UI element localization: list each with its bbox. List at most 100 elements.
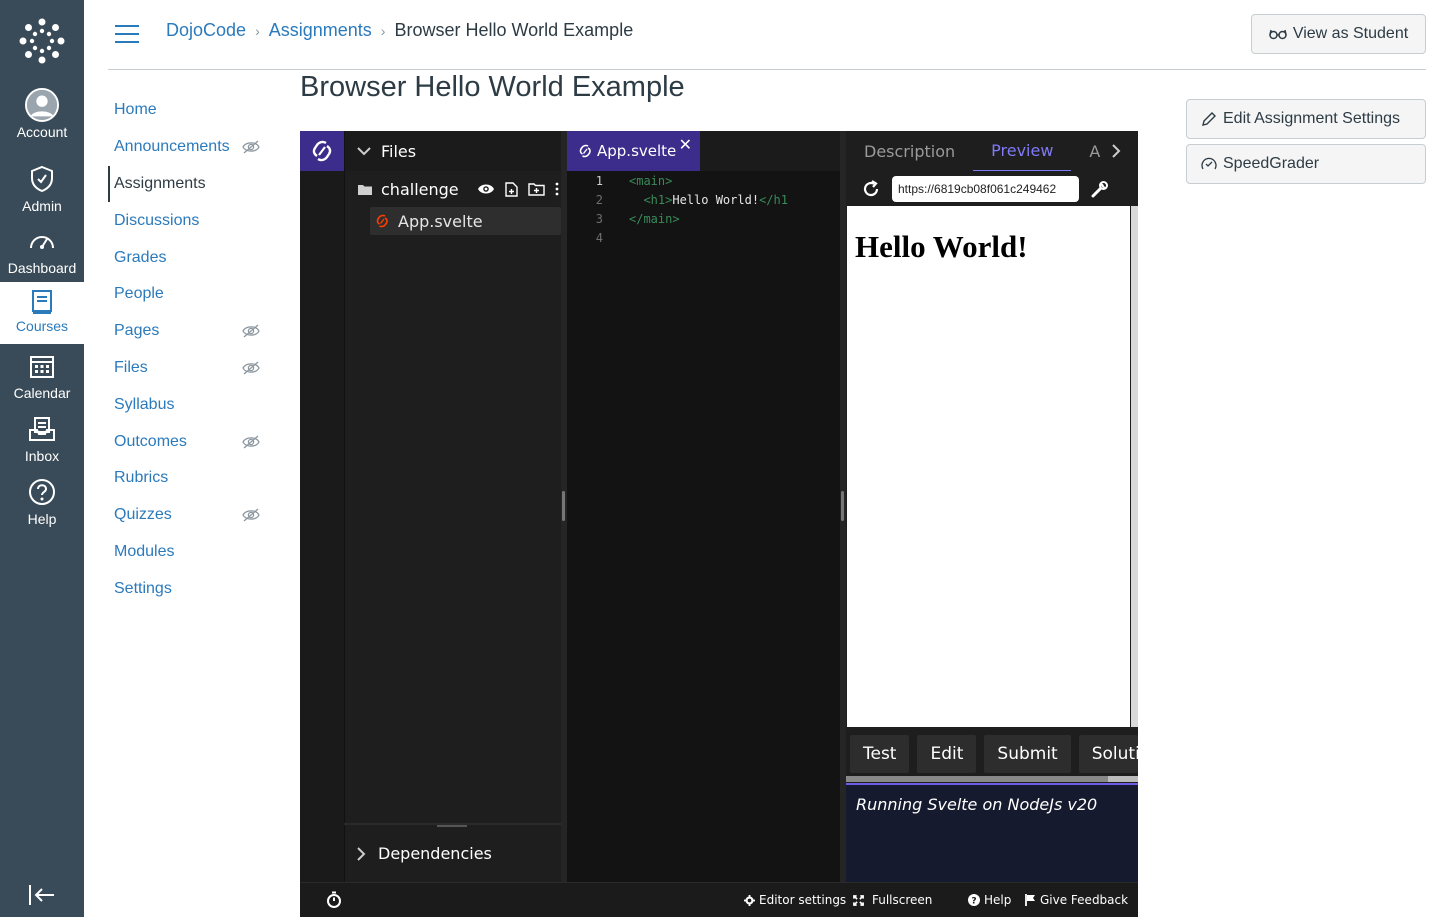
preview-frame[interactable]: Hello World! <box>847 206 1130 727</box>
eye-off-icon <box>242 508 260 522</box>
folder-tools <box>477 181 559 197</box>
code-line[interactable]: 3 </main> <box>567 212 788 231</box>
eye-icon[interactable] <box>477 183 495 195</box>
page-header: DojoCode › Assignments › Browser Hello W… <box>108 0 1426 70</box>
global-nav-label: Account <box>16 124 68 140</box>
collapse-nav-icon[interactable] <box>28 883 56 907</box>
actions-scrollbar[interactable] <box>846 776 1138 782</box>
refresh-icon[interactable] <box>862 179 880 198</box>
editor-tab-app-svelte[interactable]: App.svelte ✕ <box>567 131 700 171</box>
solution-button[interactable]: Solution <box>1078 735 1138 773</box>
eye-off-icon <box>242 324 260 338</box>
course-nav-label: Pages <box>114 322 160 340</box>
eye-off-icon <box>242 435 260 449</box>
tab-description[interactable]: Description <box>846 131 973 171</box>
folder-row[interactable]: challenge <box>345 171 561 207</box>
close-tab-icon[interactable]: ✕ <box>679 135 692 154</box>
course-nav-syllabus[interactable]: Syllabus <box>108 386 278 423</box>
fullscreen-button[interactable]: Fullscreen <box>853 893 932 907</box>
global-nav-calendar[interactable]: Calendar <box>0 349 84 411</box>
code-content[interactable]: 1 <main> 2 <h1>Hello World!</h1 3 </main> 4 <box>567 174 788 250</box>
course-nav-quizzes[interactable]: Quizzes <box>108 497 278 534</box>
help-icon <box>25 475 59 509</box>
new-folder-icon[interactable] <box>527 182 545 196</box>
give-feedback-button[interactable]: Give Feedback <box>1025 893 1128 907</box>
course-nav-pages[interactable]: Pages <box>108 313 278 350</box>
code-line[interactable]: 4 <box>567 231 788 250</box>
course-nav-label: Grades <box>114 248 167 266</box>
view-as-student-button[interactable]: View as Student <box>1251 14 1426 54</box>
course-nav-label: Home <box>114 101 157 119</box>
give-feedback-label: Give Feedback <box>1040 893 1129 907</box>
course-nav-settings[interactable]: Settings <box>108 570 278 607</box>
global-nav-admin[interactable]: Admin <box>0 162 84 224</box>
preview-panel: Description Preview A https://6819cb08f0… <box>846 131 1138 882</box>
course-nav-assignments[interactable]: Assignments <box>108 165 278 203</box>
editor-tabs: App.svelte ✕ <box>567 131 840 171</box>
global-nav-label: Calendar <box>13 385 71 401</box>
canvas-logo-icon[interactable] <box>18 17 66 65</box>
preview-toolbar: https://6819cb08f061c249462 <box>846 171 1138 206</box>
files-header[interactable]: Files <box>345 131 561 171</box>
more-vertical-icon[interactable] <box>555 182 559 196</box>
file-name: App.svelte <box>398 211 483 231</box>
editor-tab-label: App.svelte <box>597 142 677 160</box>
preview-scrollbar[interactable] <box>1131 206 1138 727</box>
svelte-file-icon <box>376 214 388 228</box>
edit-assignment-settings-label: Edit Assignment Settings <box>1223 110 1400 127</box>
console-output: Running Svelte on NodeJs v20 <box>846 783 1138 882</box>
hamburger-menu-icon[interactable] <box>114 24 140 46</box>
tab-more[interactable]: A <box>1071 131 1106 171</box>
submit-button[interactable]: Submit <box>984 735 1071 773</box>
course-nav-people[interactable]: People <box>108 276 278 313</box>
test-button[interactable]: Test <box>850 735 910 773</box>
new-file-icon[interactable] <box>504 181 518 197</box>
dependencies-section[interactable]: Dependencies <box>344 823 561 882</box>
code-text: </main> <box>605 212 680 231</box>
code-line[interactable]: 1 <main> <box>567 174 788 193</box>
global-nav-inbox[interactable]: Inbox <box>0 412 84 474</box>
global-nav-help[interactable]: Help <box>0 475 84 537</box>
course-nav-label: Outcomes <box>114 432 187 450</box>
line-number: 2 <box>595 193 603 207</box>
file-row[interactable]: App.svelte <box>370 207 561 235</box>
course-nav-outcomes[interactable]: Outcomes <box>108 423 278 460</box>
edit-assignment-settings-button[interactable]: Edit Assignment Settings <box>1186 99 1426 139</box>
edit-button[interactable]: Edit <box>917 735 977 773</box>
breadcrumb-assignments[interactable]: Assignments <box>269 20 372 41</box>
chevron-right-icon: › <box>380 22 386 39</box>
code-tag-open: <main> <box>629 174 673 188</box>
course-nav-modules[interactable]: Modules <box>108 534 278 571</box>
course-nav-discussions[interactable]: Discussions <box>108 202 278 239</box>
course-nav-announcements[interactable]: Announcements <box>108 129 278 166</box>
preview-tabs: Description Preview A <box>846 131 1138 171</box>
speedgrader-button[interactable]: SpeedGrader <box>1186 144 1426 184</box>
global-nav-account[interactable]: Account <box>0 88 84 150</box>
help-button[interactable]: ? Help <box>968 893 1011 907</box>
line-number: 3 <box>595 212 603 226</box>
course-nav-label: Assignments <box>114 174 206 192</box>
breadcrumb-course[interactable]: DojoCode <box>166 20 246 41</box>
code-editor[interactable]: App.svelte ✕ 1 <main> 2 <h1>Hello World!</… <box>567 131 840 882</box>
wrench-icon[interactable] <box>1091 180 1109 198</box>
preview-url-input[interactable]: https://6819cb08f061c249462 <box>892 175 1079 202</box>
pencil-icon <box>1201 111 1217 127</box>
dependencies-label: Dependencies <box>378 844 492 863</box>
code-line[interactable]: 2 <h1>Hello World!</h1 <box>567 193 788 212</box>
chevron-right-icon[interactable] <box>1111 144 1121 158</box>
svelte-logo-icon[interactable] <box>300 131 344 171</box>
timer-icon[interactable] <box>326 891 342 908</box>
course-nav-files[interactable]: Files <box>108 350 278 387</box>
course-nav-grades[interactable]: Grades <box>108 239 278 276</box>
calendar-icon <box>25 349 59 383</box>
breadcrumb-current: Browser Hello World Example <box>394 20 634 40</box>
editor-settings-button[interactable]: Editor settings <box>744 893 846 907</box>
course-nav-label: Quizzes <box>114 506 172 524</box>
course-nav-home[interactable]: Home <box>108 92 278 129</box>
course-nav-rubrics[interactable]: Rubrics <box>108 460 278 497</box>
course-nav-label: Settings <box>114 579 172 597</box>
tab-preview[interactable]: Preview <box>973 131 1072 171</box>
global-nav-dashboard[interactable]: Dashboard <box>0 224 84 286</box>
global-nav-courses[interactable]: Courses <box>0 282 84 344</box>
chevron-right-icon: › <box>255 22 260 39</box>
